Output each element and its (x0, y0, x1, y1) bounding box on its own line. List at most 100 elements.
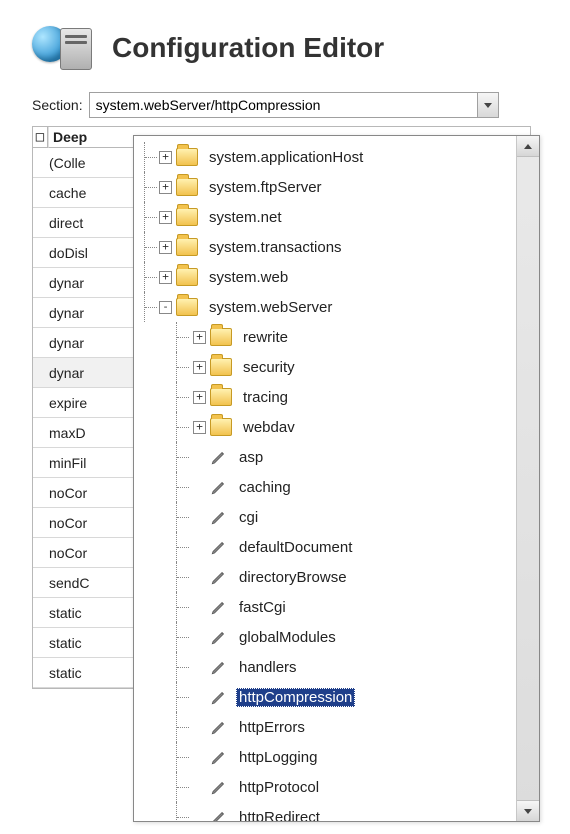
tree-item-label: cgi (236, 508, 261, 527)
config-editor-icon (32, 24, 96, 72)
pencil-icon (210, 598, 228, 616)
grid-row-name: dynar (33, 298, 134, 328)
tree-connector (193, 692, 204, 703)
pencil-icon (210, 748, 228, 766)
tree-item-label: directoryBrowse (236, 568, 350, 587)
pencil-icon (210, 658, 228, 676)
pencil-icon (210, 688, 228, 706)
grid-row-name: expire (33, 388, 134, 418)
tree-leaf[interactable]: httpRedirect (136, 802, 516, 821)
expand-icon[interactable]: + (193, 331, 206, 344)
tree-folder[interactable]: + system.applicationHost (136, 142, 516, 172)
expand-icon[interactable]: + (193, 391, 206, 404)
tree-leaf[interactable]: handlers (136, 652, 516, 682)
tree-connector (193, 812, 204, 822)
expand-icon[interactable]: + (193, 421, 206, 434)
folder-icon (210, 388, 232, 406)
tree-folder[interactable]: + tracing (136, 382, 516, 412)
tree-item-label: httpErrors (236, 718, 308, 737)
tree-item-label: system.transactions (206, 238, 345, 257)
tree-item-label: fastCgi (236, 598, 289, 617)
folder-icon (176, 148, 198, 166)
tree-item-label: system.web (206, 268, 291, 287)
tree-connector (193, 572, 204, 583)
grid-row-name: noCor (33, 508, 134, 538)
tree-leaf[interactable]: fastCgi (136, 592, 516, 622)
grid-row-name: sendC (33, 568, 134, 598)
pencil-icon (210, 538, 228, 556)
tree-connector (193, 662, 204, 673)
pencil-icon (210, 808, 228, 821)
tree-item-label: system.webServer (206, 298, 335, 317)
tree-item-label: security (240, 358, 298, 377)
chevron-down-icon (524, 809, 532, 814)
tree-item-label: httpProtocol (236, 778, 322, 797)
pencil-icon (210, 568, 228, 586)
tree-item-label: caching (236, 478, 294, 497)
section-label: Section: (32, 97, 83, 113)
tree-leaf[interactable]: cgi (136, 502, 516, 532)
tree-leaf[interactable]: directoryBrowse (136, 562, 516, 592)
section-dropdown-button[interactable] (478, 92, 499, 118)
tree-leaf[interactable]: globalModules (136, 622, 516, 652)
tree-item-label: handlers (236, 658, 300, 677)
grid-row-name: minFil (33, 448, 134, 478)
expand-icon[interactable]: + (159, 181, 172, 194)
grid-row-name: direct (33, 208, 134, 238)
tree-connector (193, 752, 204, 763)
tree-connector (193, 452, 204, 463)
tree-item-label: rewrite (240, 328, 291, 347)
grid-row-name: (Colle (33, 148, 134, 178)
tree-leaf[interactable]: asp (136, 442, 516, 472)
tree-folder[interactable]: + rewrite (136, 322, 516, 352)
tree-item-label: httpCompression (236, 688, 355, 707)
scroll-track[interactable] (517, 157, 539, 800)
grid-collapse-toggle[interactable]: □ (33, 127, 48, 148)
tree-leaf[interactable]: httpErrors (136, 712, 516, 742)
tree-folder[interactable]: - system.webServer (136, 292, 516, 322)
scrollbar[interactable] (516, 136, 539, 821)
chevron-up-icon (524, 144, 532, 149)
expand-icon[interactable]: + (159, 151, 172, 164)
expand-icon[interactable]: + (193, 361, 206, 374)
folder-icon (176, 268, 198, 286)
scroll-up-button[interactable] (517, 136, 539, 157)
tree-folder[interactable]: + security (136, 352, 516, 382)
scroll-down-button[interactable] (517, 800, 539, 821)
tree-folder[interactable]: +webdav (136, 412, 516, 442)
collapse-icon[interactable]: - (159, 301, 172, 314)
expand-icon[interactable]: + (159, 271, 172, 284)
tree-leaf[interactable]: caching (136, 472, 516, 502)
grid-row-name: maxD (33, 418, 134, 448)
section-tree-dropdown: + system.applicationHost + system.ftpServer… (133, 135, 540, 822)
section-input[interactable] (89, 92, 478, 118)
tree-item-label: globalModules (236, 628, 339, 647)
tree-item-label: httpRedirect (236, 808, 323, 822)
tree-connector (193, 782, 204, 793)
page-title: Configuration Editor (112, 32, 384, 64)
folder-icon (176, 238, 198, 256)
tree-leaf[interactable]: httpCompression (136, 682, 516, 712)
tree-leaf[interactable]: httpProtocol (136, 772, 516, 802)
grid-row-name: noCor (33, 478, 134, 508)
folder-icon (210, 328, 232, 346)
expand-icon[interactable]: + (159, 211, 172, 224)
tree-leaf[interactable]: defaultDocument (136, 532, 516, 562)
tree-folder[interactable]: + system.web (136, 262, 516, 292)
grid-row-name: static (33, 658, 134, 688)
tree-item-label: system.applicationHost (206, 148, 366, 167)
tree-item-label: tracing (240, 388, 291, 407)
folder-icon (176, 298, 198, 316)
tree-leaf[interactable]: httpLogging (136, 742, 516, 772)
tree-connector (193, 602, 204, 613)
tree-folder[interactable]: +system.net (136, 202, 516, 232)
folder-icon (210, 358, 232, 376)
pencil-icon (210, 778, 228, 796)
tree-folder[interactable]: + system.transactions (136, 232, 516, 262)
tree-item-label: system.ftpServer (206, 178, 325, 197)
pencil-icon (210, 628, 228, 646)
expand-icon[interactable]: + (159, 241, 172, 254)
tree-item-label: asp (236, 448, 266, 467)
pencil-icon (210, 508, 228, 526)
tree-folder[interactable]: + system.ftpServer (136, 172, 516, 202)
